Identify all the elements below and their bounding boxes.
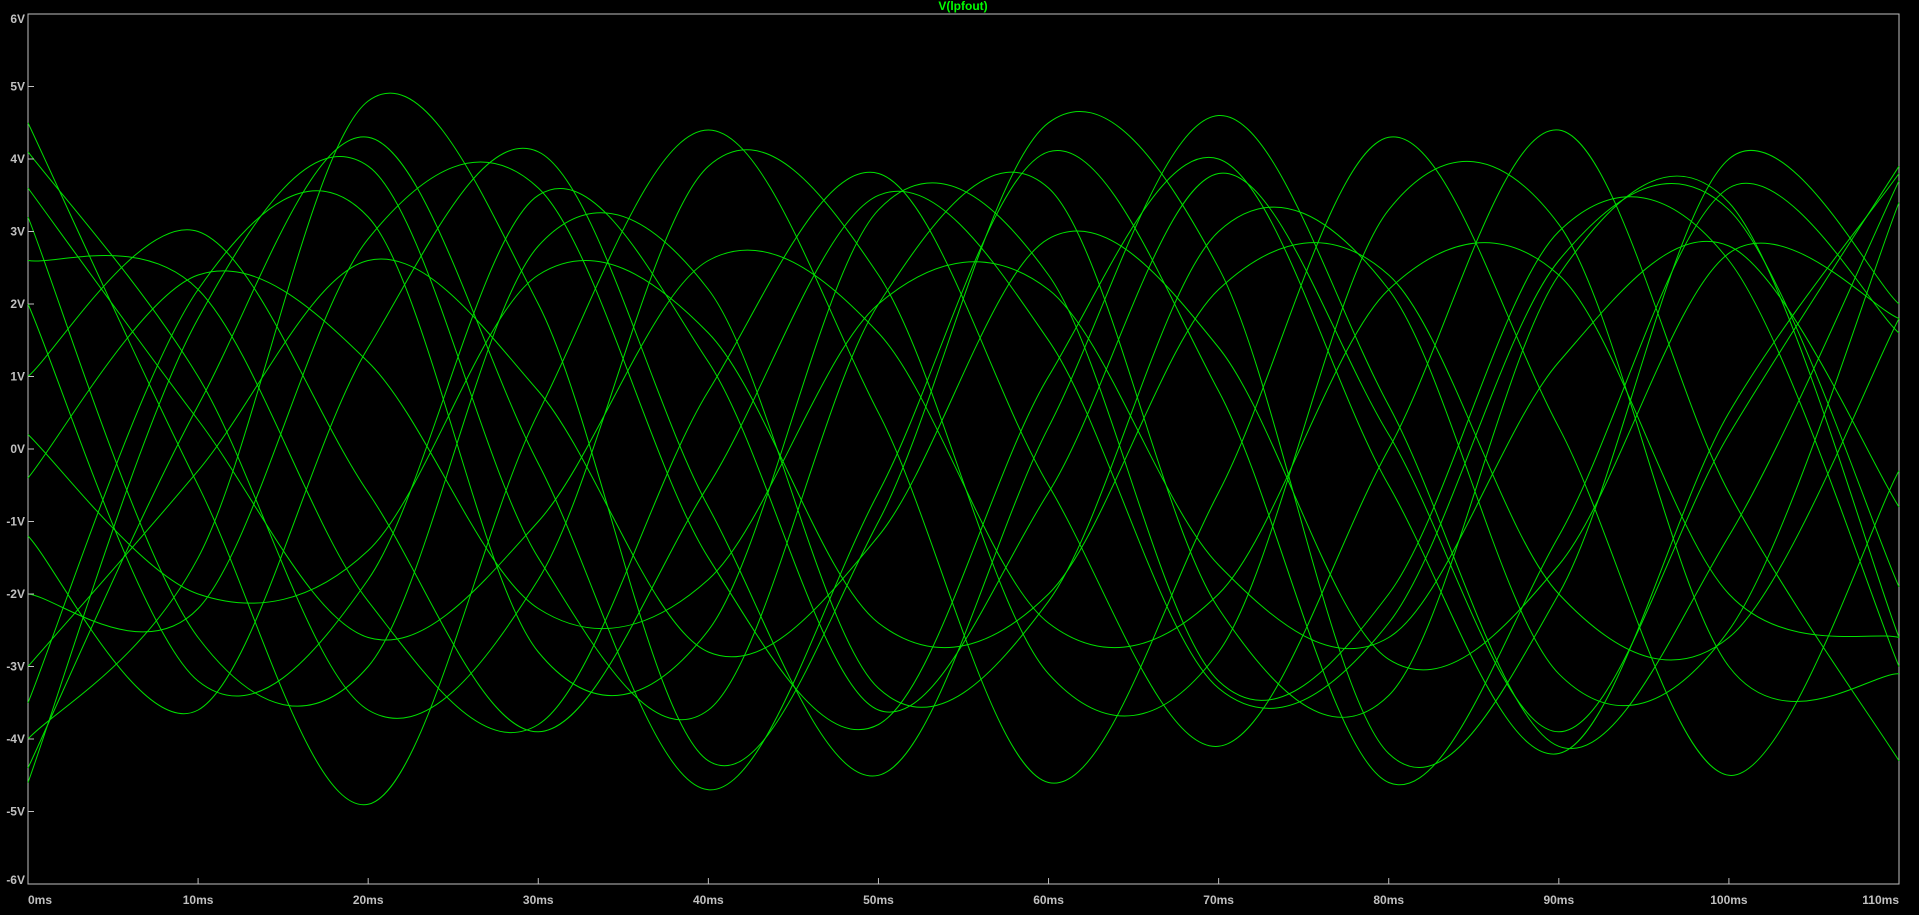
trace-step-12 bbox=[27, 187, 1900, 649]
x-tick-label: 0ms bbox=[28, 893, 52, 907]
x-tick-label: 80ms bbox=[1373, 893, 1404, 907]
y-tick-label: 5V bbox=[10, 80, 25, 94]
y-tick-label: -4V bbox=[6, 732, 25, 746]
y-tick-label: -6V bbox=[6, 873, 25, 887]
y-tick-label: -1V bbox=[6, 515, 25, 529]
x-tick-label: 10ms bbox=[183, 893, 214, 907]
trace-step-14 bbox=[27, 165, 1900, 733]
trace-group bbox=[27, 92, 1900, 805]
trace-step-3 bbox=[27, 182, 1900, 703]
x-tick-label: 20ms bbox=[353, 893, 384, 907]
trace-title[interactable]: V(lpfout) bbox=[938, 0, 987, 13]
waveform-plot[interactable]: 0ms 10ms 20ms 30ms 40ms 50ms 60ms 70ms 80ms 90ms 1… bbox=[0, 0, 1919, 915]
x-tick-label: 30ms bbox=[523, 893, 554, 907]
y-axis: 6V 5V 4V 3V 2V 1V 0V -1V -2V -3V -4V -5V -6V bbox=[6, 12, 34, 887]
x-tick-label: 90ms bbox=[1543, 893, 1574, 907]
y-tick-label: -2V bbox=[6, 587, 25, 601]
x-tick-label: 110ms bbox=[1862, 893, 1899, 907]
y-tick-label: -3V bbox=[6, 660, 25, 674]
x-tick-label: 70ms bbox=[1203, 893, 1234, 907]
waveform-plot-window[interactable]: 0ms 10ms 20ms 30ms 40ms 50ms 60ms 70ms 80ms 90ms 1… bbox=[0, 0, 1919, 915]
trace-step-2 bbox=[27, 122, 1900, 805]
trace-step-13 bbox=[27, 156, 1900, 783]
trace-step-16 bbox=[27, 242, 1900, 661]
trace-step-15 bbox=[27, 240, 1900, 650]
x-tick-label: 100ms bbox=[1710, 893, 1748, 907]
x-axis: 0ms 10ms 20ms 30ms 40ms 50ms 60ms 70ms 80ms 90ms 1… bbox=[27, 878, 1900, 907]
trace-step-11 bbox=[27, 230, 1900, 671]
x-tick-label: 60ms bbox=[1033, 893, 1064, 907]
y-tick-label: 2V bbox=[10, 297, 25, 311]
plot-area-frame bbox=[27, 13, 1900, 885]
x-tick-label: 50ms bbox=[863, 893, 894, 907]
y-tick-label: 3V bbox=[10, 225, 25, 239]
y-tick-label: 4V bbox=[10, 152, 25, 166]
x-tick-label: 40ms bbox=[693, 893, 724, 907]
y-tick-label: 1V bbox=[10, 370, 25, 384]
y-tick-label: -5V bbox=[6, 805, 25, 819]
trace-step-7 bbox=[27, 136, 1900, 791]
y-tick-label: 0V bbox=[10, 442, 25, 456]
trace-step-9 bbox=[27, 114, 1900, 777]
y-tick-label: 6V bbox=[10, 12, 25, 26]
